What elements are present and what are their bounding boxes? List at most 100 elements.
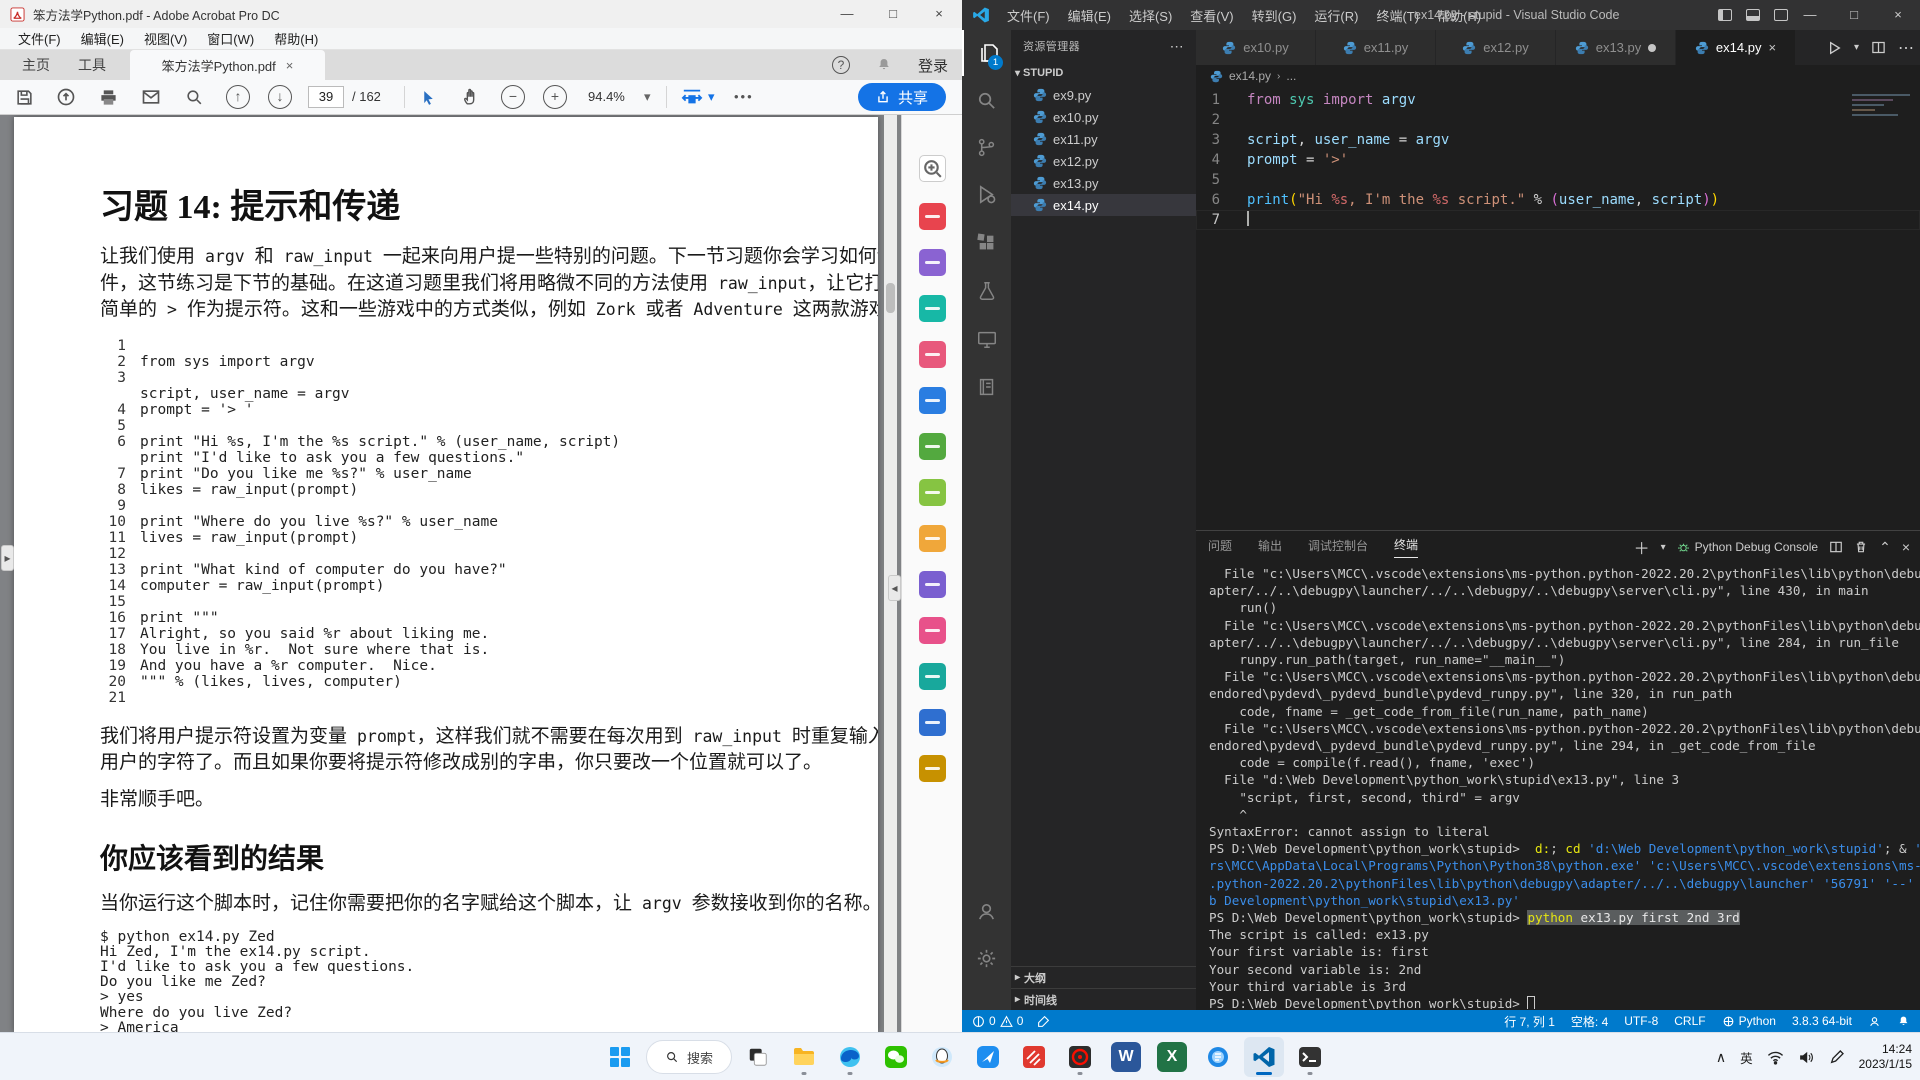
python-interpreter[interactable]: 3.8.3 64-bit bbox=[1792, 1014, 1852, 1028]
notifications-bell-icon[interactable] bbox=[1897, 1015, 1910, 1028]
acrobat-tool-icon[interactable] bbox=[919, 663, 946, 690]
previous-page-icon[interactable]: ↑ bbox=[224, 84, 252, 110]
acrobat-tool-icon[interactable] bbox=[919, 479, 946, 506]
menu-item[interactable]: 编辑(E) bbox=[71, 29, 134, 48]
dictionary-app-button[interactable] bbox=[1198, 1037, 1238, 1077]
split-editor-icon[interactable] bbox=[1871, 40, 1886, 55]
tab-document[interactable]: 笨方法学Python.pdf × bbox=[130, 50, 325, 80]
tab-ex11-py[interactable]: ex11.py bbox=[1316, 30, 1436, 65]
timeline-section[interactable]: ▸时间线 bbox=[1011, 988, 1196, 1010]
save-icon[interactable] bbox=[10, 84, 38, 110]
close-tab-icon[interactable]: × bbox=[286, 58, 294, 73]
menu-item[interactable]: 帮助(H) bbox=[264, 29, 328, 48]
select-tool-icon[interactable] bbox=[414, 84, 442, 110]
problems-status[interactable]: 0 0 bbox=[972, 1014, 1023, 1028]
pdf-scrollbar-thumb[interactable] bbox=[886, 283, 895, 313]
breadcrumb[interactable]: ex14.py › ... bbox=[1196, 65, 1920, 87]
zoom-level[interactable]: 94.4% bbox=[588, 86, 625, 108]
terminal-taskbar-button[interactable] bbox=[1290, 1037, 1330, 1077]
tab-tools[interactable]: 工具 bbox=[64, 50, 120, 80]
close-button[interactable]: × bbox=[916, 0, 962, 28]
file-item-ex14-py[interactable]: ex14.py bbox=[1011, 194, 1196, 216]
fit-dropdown-icon[interactable]: ▾ bbox=[708, 86, 715, 108]
acrobat-tool-icon[interactable] bbox=[919, 295, 946, 322]
blue-arrow-app-button[interactable] bbox=[968, 1037, 1008, 1077]
minimize-button[interactable]: — bbox=[1788, 0, 1832, 30]
run-dropdown-icon[interactable]: ▾ bbox=[1854, 42, 1859, 53]
upload-cloud-icon[interactable] bbox=[52, 84, 80, 110]
zoom-in-icon[interactable]: + bbox=[541, 84, 569, 110]
zoom-dropdown-icon[interactable]: ▾ bbox=[644, 86, 651, 108]
cursor-position[interactable]: 行 7, 列 1 bbox=[1504, 1013, 1555, 1030]
acrobat-tool-icon[interactable] bbox=[919, 433, 946, 460]
tab-ex14-py[interactable]: ex14.py× bbox=[1676, 30, 1796, 65]
email-icon[interactable] bbox=[137, 84, 165, 110]
fit-width-icon[interactable] bbox=[678, 84, 706, 110]
help-icon[interactable]: ? bbox=[832, 56, 850, 74]
vscode-taskbar-button[interactable] bbox=[1244, 1037, 1284, 1077]
new-terminal-icon[interactable]: ＋ bbox=[1634, 535, 1650, 559]
qq-button[interactable] bbox=[922, 1037, 962, 1077]
menu-item[interactable]: 选择(S) bbox=[1120, 6, 1181, 25]
menu-item[interactable]: 文件(F) bbox=[998, 6, 1059, 25]
page-number-input[interactable]: 39 bbox=[308, 86, 344, 108]
acrobat-tool-icon[interactable] bbox=[919, 755, 946, 782]
panel-tab-输出[interactable]: 输出 bbox=[1258, 537, 1282, 558]
excel-button[interactable]: X bbox=[1152, 1037, 1192, 1077]
volume-icon[interactable] bbox=[1798, 1050, 1815, 1065]
search-icon[interactable] bbox=[180, 84, 208, 110]
menu-item[interactable]: 文件(F) bbox=[8, 29, 71, 48]
menu-item[interactable]: 转到(G) bbox=[1243, 6, 1306, 25]
pen-icon[interactable] bbox=[1829, 1049, 1845, 1065]
indentation[interactable]: 空格: 4 bbox=[1571, 1013, 1608, 1030]
search-icon[interactable] bbox=[962, 77, 1011, 123]
file-explorer-button[interactable] bbox=[784, 1037, 824, 1077]
tray-expand-icon[interactable]: ∧ bbox=[1716, 1049, 1726, 1066]
acrobat-taskbar-button[interactable] bbox=[1060, 1037, 1100, 1077]
encoding[interactable]: UTF-8 bbox=[1624, 1014, 1658, 1028]
toggle-sidebar-icon[interactable] bbox=[1718, 9, 1732, 21]
acrobat-tool-icon[interactable] bbox=[919, 571, 946, 598]
account-icon[interactable] bbox=[962, 888, 1011, 934]
file-item-ex11-py[interactable]: ex11.py bbox=[1011, 128, 1196, 150]
notebook-icon[interactable] bbox=[962, 364, 1011, 410]
clock[interactable]: 14:24 2023/1/15 bbox=[1859, 1042, 1912, 1072]
page-panel-expand-icon[interactable]: ▸ bbox=[1, 545, 14, 571]
acrobat-tool-icon[interactable] bbox=[919, 341, 946, 368]
menu-item[interactable]: 编辑(E) bbox=[1059, 6, 1120, 25]
wechat-button[interactable] bbox=[876, 1037, 916, 1077]
testing-icon[interactable] bbox=[962, 268, 1011, 314]
customize-layout-icon[interactable] bbox=[1774, 9, 1788, 21]
menu-item[interactable]: 视图(V) bbox=[134, 29, 197, 48]
terminal-dropdown-icon[interactable]: ▾ bbox=[1661, 542, 1666, 553]
outline-section[interactable]: ▸大纲 bbox=[1011, 966, 1196, 988]
explorer-more-icon[interactable]: ⋯ bbox=[1170, 38, 1184, 55]
pdf-scrollbar[interactable] bbox=[884, 115, 897, 1032]
close-button[interactable]: × bbox=[1876, 0, 1920, 30]
close-panel-icon[interactable]: × bbox=[1902, 539, 1910, 555]
terminal-output[interactable]: File "c:\Users\MCC\.vscode\extensions\ms… bbox=[1196, 565, 1920, 1009]
ime-indicator[interactable]: 英 bbox=[1740, 1048, 1753, 1067]
taskbar-search[interactable]: 搜索 bbox=[646, 1040, 732, 1074]
acrobat-tool-icon[interactable] bbox=[919, 709, 946, 736]
settings-gear-icon[interactable] bbox=[962, 935, 1011, 981]
menu-item[interactable]: 运行(R) bbox=[1305, 6, 1367, 25]
tools-panel-collapse-icon[interactable]: ◂ bbox=[888, 575, 901, 601]
file-item-ex13-py[interactable]: ex13.py bbox=[1011, 172, 1196, 194]
sketchup-button[interactable] bbox=[1014, 1037, 1054, 1077]
editor-more-icon[interactable]: ⋯ bbox=[1898, 38, 1914, 58]
start-button[interactable] bbox=[600, 1037, 640, 1077]
panel-tab-终端[interactable]: 终端 bbox=[1394, 536, 1418, 558]
maximize-panel-icon[interactable]: ⌃ bbox=[1879, 539, 1891, 556]
file-item-ex10-py[interactable]: ex10.py bbox=[1011, 106, 1196, 128]
menu-item[interactable]: 窗口(W) bbox=[197, 29, 264, 48]
run-python-file-icon[interactable] bbox=[1826, 40, 1842, 56]
terminal-instance[interactable]: Python Debug Console bbox=[1677, 540, 1818, 554]
debug-status-icon[interactable] bbox=[1037, 1015, 1050, 1028]
maximize-button[interactable]: □ bbox=[870, 0, 916, 28]
panel-tab-问题[interactable]: 问题 bbox=[1208, 537, 1232, 558]
login-button[interactable]: 登录 bbox=[918, 55, 948, 76]
toggle-panel-icon[interactable] bbox=[1746, 9, 1760, 21]
task-view-button[interactable] bbox=[738, 1037, 778, 1077]
acrobat-tool-icon[interactable] bbox=[919, 203, 946, 230]
